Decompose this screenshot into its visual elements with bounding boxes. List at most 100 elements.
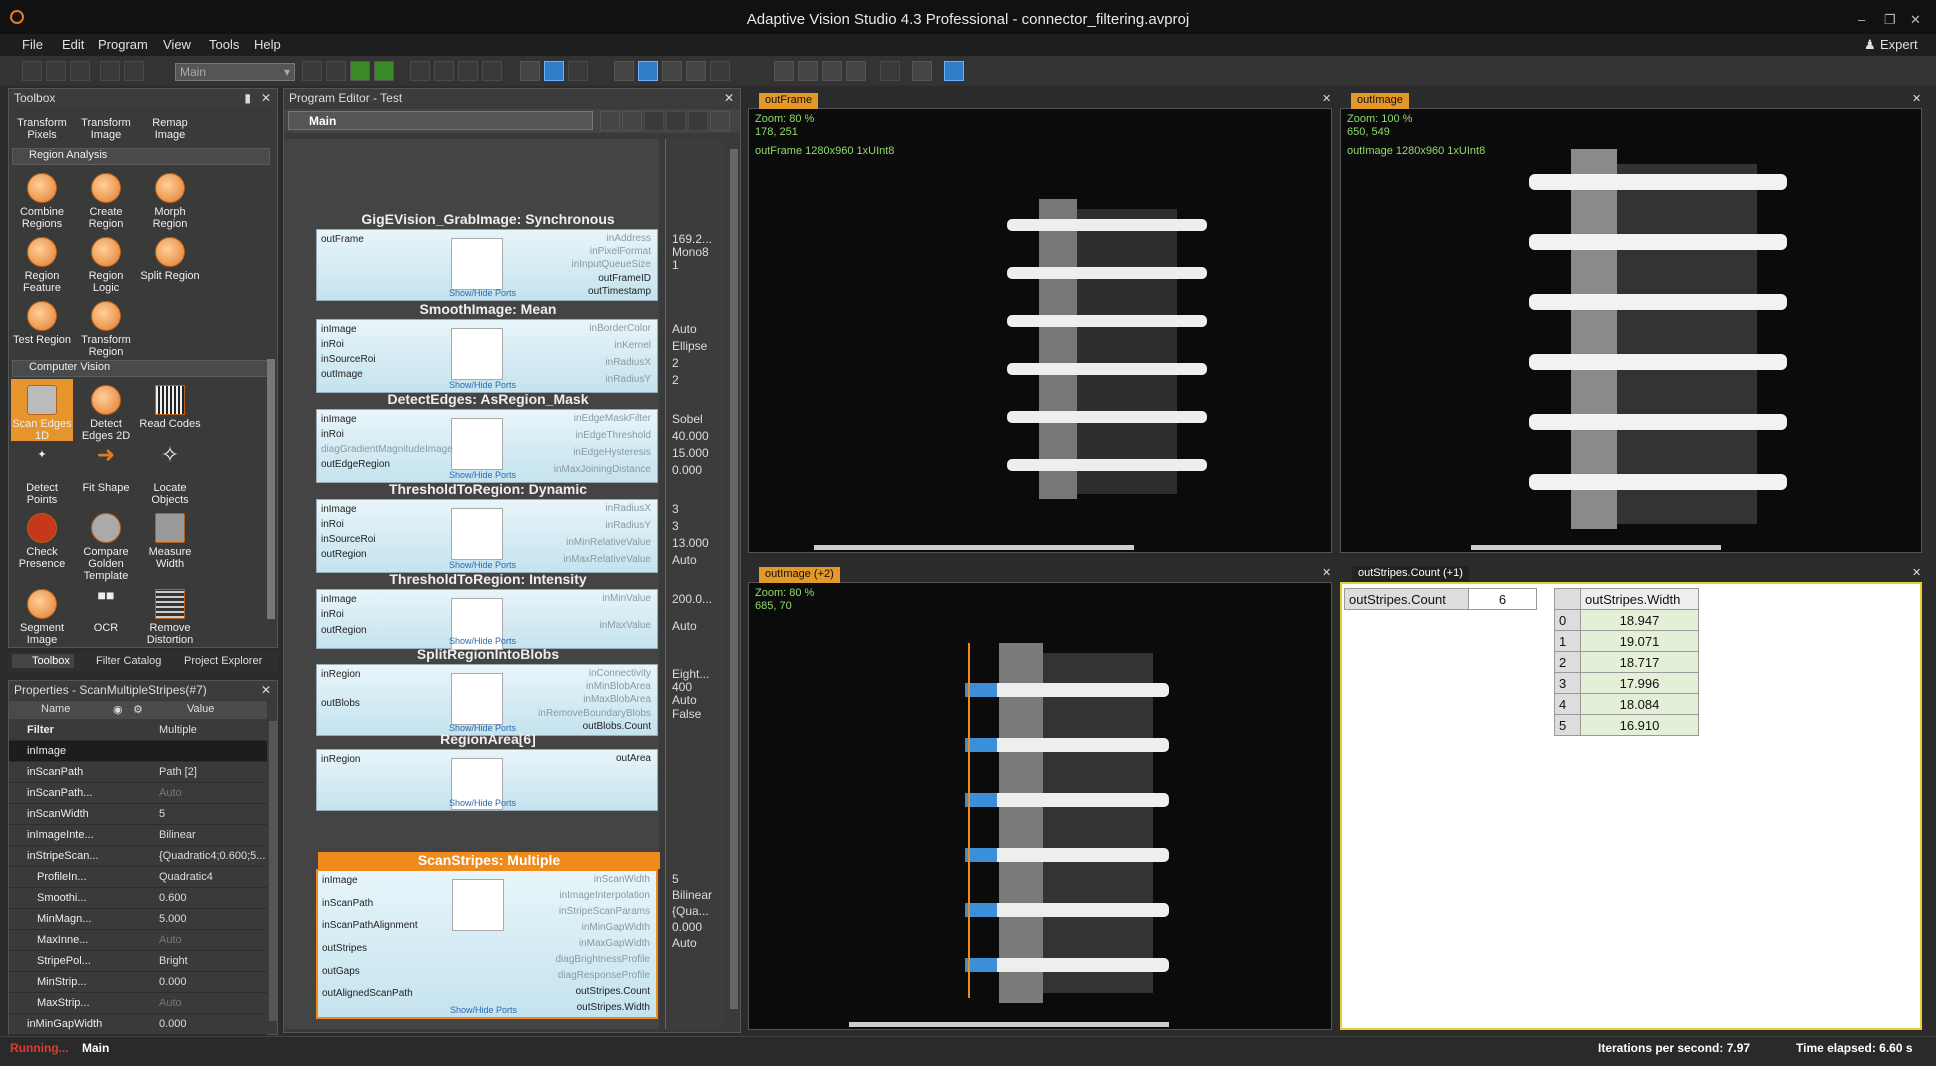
output-port[interactable]: inEdgeThreshold — [575, 430, 651, 441]
iterate-icon[interactable] — [326, 61, 346, 81]
toolbox-item[interactable]: Region Feature — [11, 237, 73, 294]
layout-3-icon[interactable] — [662, 61, 682, 81]
filter-node[interactable]: GigEVision_GrabImage: Synchronous outFram… — [316, 211, 658, 301]
input-port[interactable]: outImage — [321, 369, 363, 380]
toolbox-item[interactable]: Transform Pixels — [11, 117, 73, 141]
input-port[interactable]: inRoi — [321, 429, 344, 440]
input-value[interactable]: Auto — [672, 322, 697, 336]
output-port[interactable]: inMaxJoiningDistance — [554, 464, 651, 475]
property-value[interactable]: 0.600 — [159, 892, 187, 904]
close-icon[interactable]: ✕ — [1912, 566, 1921, 579]
show-hide-ports-link[interactable]: Show/Hide Ports — [449, 798, 516, 808]
property-value[interactable]: 0.000 — [159, 1018, 187, 1030]
property-value[interactable]: 5 — [159, 808, 165, 820]
toolbox-item[interactable]: Create Region — [75, 173, 137, 230]
data-preview-icon[interactable] — [544, 61, 564, 81]
run-icon[interactable] — [302, 61, 322, 81]
output-port[interactable]: inBorderColor — [589, 323, 651, 334]
toolbox-item[interactable]: Scan Edges 1D — [11, 385, 73, 442]
filter-node[interactable]: ScanStripes: Multiple inImage inScanPath in… — [316, 852, 660, 1019]
menu-tools[interactable]: Tools — [209, 37, 239, 52]
html-icon[interactable] — [880, 61, 900, 81]
rows-view-icon[interactable] — [822, 61, 842, 81]
mail-icon[interactable] — [912, 61, 932, 81]
filter-node[interactable]: RegionArea[6] inRegion outArea Show/Hide Po… — [316, 731, 658, 811]
section-computer-vision[interactable]: Computer Vision — [12, 360, 270, 377]
input-value[interactable]: Auto — [672, 553, 697, 567]
close-icon[interactable]: ✕ — [261, 91, 271, 105]
step-out-icon[interactable] — [458, 61, 478, 81]
toolbox-item[interactable]: Detect Edges 2D — [75, 385, 137, 442]
input-value[interactable]: Auto — [672, 693, 697, 707]
input-port[interactable]: inScanPathAlignment — [322, 920, 418, 931]
input-port[interactable]: inImage — [321, 504, 357, 515]
input-value[interactable]: Bilinear — [672, 888, 712, 902]
output-port[interactable]: inMaxBlobArea — [583, 694, 651, 705]
property-value[interactable]: Bilinear — [159, 829, 196, 841]
property-value[interactable]: Quadratic4 — [159, 871, 213, 883]
menu-view[interactable]: View — [163, 37, 191, 52]
image-view-outimage[interactable]: outImage Zoom: 100 % 650, 549 outImage 128… — [1340, 93, 1922, 553]
toolbox-item[interactable]: Remap Image — [139, 117, 201, 141]
property-row[interactable]: inScanWidth 5 — [9, 804, 267, 825]
pause-icon[interactable] — [350, 61, 370, 81]
input-port[interactable]: inImage — [321, 414, 357, 425]
input-port[interactable]: outEdgeRegion — [321, 459, 390, 470]
property-row[interactable]: inScanPath... Auto — [9, 783, 267, 804]
show-hide-ports-link[interactable]: Show/Hide Ports — [449, 560, 516, 570]
step-back-icon[interactable] — [482, 61, 502, 81]
close-icon[interactable]: ✕ — [261, 683, 271, 697]
grid-view-icon[interactable] — [798, 61, 818, 81]
filter-node[interactable]: SplitRegionIntoBlobs inRegion outBlobs inCo… — [316, 646, 658, 736]
layout-2-icon[interactable] — [638, 61, 658, 81]
output-port[interactable]: inEdgeMaskFilter — [574, 413, 651, 424]
property-row[interactable]: inMinGapWidth 0.000 — [9, 1014, 267, 1035]
step-into-icon[interactable] — [434, 61, 454, 81]
property-row[interactable]: inImageInte... Bilinear — [9, 825, 267, 846]
columns-view-icon[interactable] — [846, 61, 866, 81]
toolbox-scrollbar[interactable] — [267, 359, 275, 619]
output-port[interactable]: diagResponseProfile — [558, 970, 650, 981]
statistics-icon[interactable] — [568, 61, 588, 81]
output-port[interactable]: inPixelFormat — [590, 246, 651, 257]
property-row[interactable]: Filter Multiple — [9, 720, 267, 741]
output-port[interactable]: inStripeScanParams — [559, 906, 650, 917]
filter-node[interactable]: ThresholdToRegion: Dynamic inImage inRoi in… — [316, 481, 658, 573]
help-icon[interactable] — [944, 61, 964, 81]
menu-help[interactable]: Help — [254, 37, 281, 52]
input-value[interactable]: 2 — [672, 373, 679, 387]
input-value[interactable]: 15.000 — [672, 446, 709, 460]
input-value[interactable]: Auto — [672, 619, 697, 633]
output-port[interactable]: inMinBlobArea — [586, 681, 651, 692]
view-tab[interactable]: outFrame — [759, 93, 819, 109]
input-port[interactable]: outRegion — [321, 549, 367, 560]
input-port[interactable]: inRoi — [321, 339, 344, 350]
property-value[interactable]: 5.000 — [159, 913, 187, 925]
output-port[interactable]: inRadiusX — [605, 357, 651, 368]
property-row[interactable]: MaxStrip... Auto — [9, 993, 267, 1014]
property-value[interactable]: Multiple — [159, 724, 197, 736]
tab-filter-catalog[interactable]: Filter Catalog — [96, 655, 161, 667]
input-port[interactable]: inImage — [321, 594, 357, 605]
h-scrollbar[interactable] — [849, 1022, 1169, 1027]
input-port[interactable]: inSourceRoi — [321, 534, 375, 545]
property-value[interactable]: {Quadratic4;0.600;5... — [159, 850, 265, 862]
restore-icon[interactable]: ❐ — [1884, 12, 1896, 28]
input-port[interactable]: outGaps — [322, 966, 360, 977]
layout-5-icon[interactable] — [710, 61, 730, 81]
filter-node[interactable]: ThresholdToRegion: Intensity inImage inRoi… — [316, 571, 658, 650]
menu-file[interactable]: File — [22, 37, 43, 52]
property-row[interactable]: MaxInne... Auto — [9, 930, 267, 951]
show-hide-ports-link[interactable]: Show/Hide Ports — [449, 380, 516, 390]
redo-icon[interactable] — [124, 61, 144, 81]
output-port[interactable]: inRadiusX — [605, 503, 651, 514]
toolbox-item[interactable]: Compare Golden Template — [75, 513, 137, 582]
toolbox-item[interactable]: ■■ OCR — [75, 588, 137, 634]
toolbox-item[interactable]: ➜ Fit Shape — [75, 444, 137, 495]
input-value[interactable]: 169.2... — [672, 232, 712, 246]
input-value[interactable]: 2 — [672, 356, 679, 370]
toolbox-item[interactable]: Transform Image — [75, 117, 137, 141]
close-icon[interactable]: ✕ — [1322, 92, 1331, 105]
toolbox-item[interactable]: Read Codes — [139, 385, 201, 430]
output-port[interactable]: outStripes.Width — [577, 1002, 650, 1013]
